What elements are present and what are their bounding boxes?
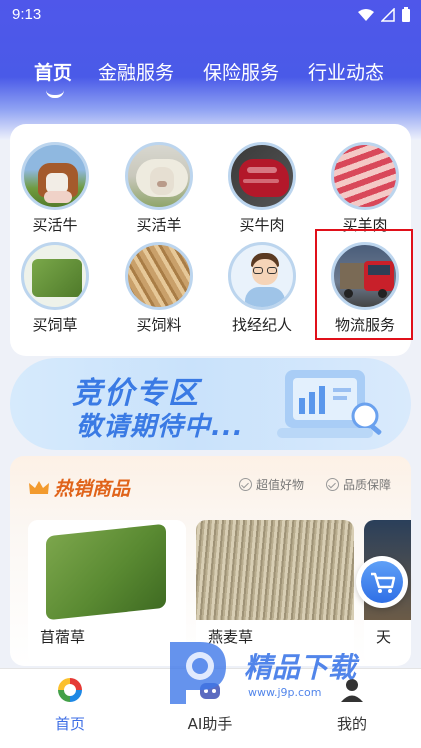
hot-tags: 超值好物 品质保障 — [238, 476, 391, 493]
shopping-cart-icon — [371, 572, 396, 593]
crown-icon — [29, 480, 49, 494]
tag-great-value: 超值好物 — [238, 476, 304, 493]
check-circle-icon — [238, 478, 252, 491]
logistics-highlight-frame — [315, 229, 413, 340]
bidding-zone-banner[interactable]: 竞价专区 敬请期待中... — [10, 358, 411, 450]
category-label: 找经纪人 — [231, 316, 292, 334]
lamb-slices-icon — [331, 142, 399, 210]
beef-icon — [228, 142, 296, 210]
alfalfa-bale-image — [28, 520, 186, 620]
tab-finance[interactable]: 金融服务 — [98, 58, 174, 85]
category-label: 买饲草 — [32, 316, 78, 334]
check-circle-icon — [325, 478, 339, 491]
banner-subtitle: 敬请期待中... — [76, 412, 244, 442]
tab-active-indicator — [46, 90, 64, 98]
category-label: 买活牛 — [32, 216, 78, 234]
category-find-broker[interactable]: 找经纪人 — [214, 242, 310, 335]
tag-label: 品质保障 — [342, 478, 391, 492]
feed-pellets-icon — [125, 242, 193, 310]
ai-assistant-icon — [195, 675, 225, 705]
status-bar: 9:13 — [0, 0, 421, 30]
nav-profile[interactable]: 我的 — [302, 675, 402, 734]
hot-title-text: 热销商品 — [54, 478, 131, 500]
tab-industry-news[interactable]: 行业动态 — [308, 58, 384, 85]
hot-title: 热销商品 — [28, 474, 130, 501]
tab-insurance[interactable]: 保险服务 — [203, 58, 279, 85]
category-buy-forage[interactable]: 买饲草 — [7, 242, 103, 335]
broker-avatar-icon — [228, 242, 296, 310]
category-buy-live-cattle[interactable]: 买活牛 — [7, 142, 103, 235]
category-buy-feed[interactable]: 买饲料 — [111, 242, 207, 335]
home-logo-icon — [55, 675, 85, 705]
oat-hay-image — [196, 520, 354, 620]
sheep-icon — [125, 142, 193, 210]
nav-label: 我的 — [336, 715, 367, 733]
user-profile-icon — [337, 675, 367, 705]
bottom-nav: 首页 AI助手 我的 — [0, 668, 421, 748]
category-buy-live-sheep[interactable]: 买活羊 — [111, 142, 207, 235]
category-label: 买活羊 — [136, 216, 182, 234]
battery-icon — [402, 7, 410, 22]
hay-bale-icon — [21, 242, 89, 310]
product-name: 苜蓿草 — [40, 628, 86, 646]
signal-icon — [381, 8, 395, 22]
product-card-oat-hay[interactable]: 燕麦草 — [196, 520, 354, 664]
nav-ai-assistant[interactable]: AI助手 — [160, 675, 260, 734]
category-buy-beef[interactable]: 买牛肉 — [214, 142, 310, 235]
nav-label: 首页 — [54, 715, 85, 733]
tag-quality-guarantee: 品质保障 — [325, 476, 391, 493]
category-label: 买饲料 — [136, 316, 182, 334]
tag-label: 超值好物 — [255, 478, 304, 492]
dashboard-illustration-icon — [277, 370, 382, 438]
tab-home[interactable]: 首页 — [34, 58, 72, 85]
hot-products-card: 热销商品 超值好物 品质保障 苜蓿草 燕麦草 天 — [10, 456, 411, 666]
category-buy-lamb[interactable]: 买羊肉 — [317, 142, 413, 235]
floating-cart-button[interactable] — [356, 556, 408, 608]
nav-label: AI助手 — [187, 715, 233, 733]
wifi-icon — [358, 9, 374, 21]
product-card-alfalfa[interactable]: 苜蓿草 — [28, 520, 186, 664]
status-time: 9:13 — [12, 6, 42, 23]
category-label: 买牛肉 — [239, 216, 285, 234]
nav-home[interactable]: 首页 — [20, 675, 120, 734]
cattle-icon — [21, 142, 89, 210]
product-name: 天 — [376, 628, 392, 646]
top-tabs: 首页 金融服务 保险服务 行业动态 — [0, 58, 421, 98]
product-name: 燕麦草 — [208, 628, 254, 646]
